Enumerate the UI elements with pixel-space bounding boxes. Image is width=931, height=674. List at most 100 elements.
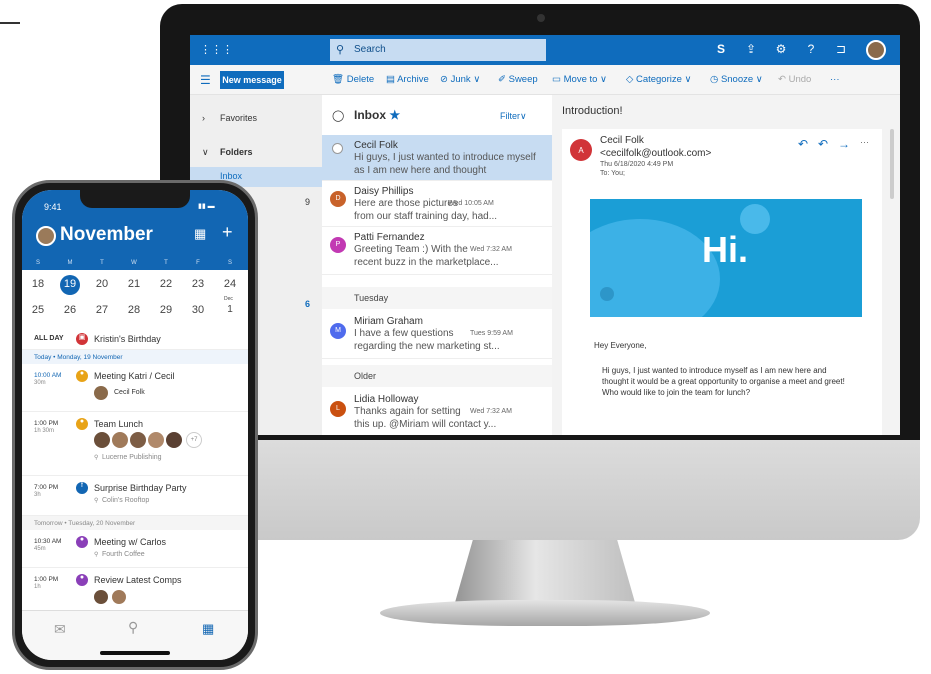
search-input[interactable]: ⚲ Search [330, 39, 546, 61]
filter-button[interactable]: Filter∨ [500, 111, 527, 122]
phone-notch [80, 190, 190, 208]
reply-all-icon[interactable]: ↶ [818, 137, 828, 151]
day-cell[interactable]: 20 [86, 278, 118, 300]
event-duration: 3h [34, 492, 41, 498]
weekday-row: S M T W T F S [22, 260, 248, 266]
add-event-icon[interactable]: + [222, 222, 233, 243]
gear-icon[interactable]: ⚙ [772, 42, 790, 56]
hero-shape [590, 219, 720, 317]
app-launcher-icon[interactable]: ⋮⋮⋮ [200, 43, 233, 57]
sender-avatar: A [570, 139, 592, 161]
email-subject: Introduction! [562, 105, 623, 117]
help-icon[interactable]: ? [802, 42, 820, 56]
new-message-button[interactable]: New message [220, 71, 284, 89]
recipients: To: You; [600, 170, 625, 177]
day-cell[interactable]: 21 [118, 278, 150, 300]
share-icon[interactable]: ⇪ [742, 42, 760, 56]
nav-folders[interactable]: ∨ Folders [190, 143, 322, 163]
date-separator: Older [322, 365, 552, 387]
more-icon[interactable]: ··· [860, 137, 869, 147]
attendee-avatar [94, 386, 108, 400]
sent-date: Thu 6/18/2020 4:49 PM [600, 161, 674, 168]
forward-icon[interactable]: → [838, 137, 850, 151]
scrollbar[interactable] [890, 129, 894, 199]
event-icon: ● [76, 370, 88, 382]
categorize-button[interactable]: ◇ Categorize ∨ [626, 74, 692, 85]
day-cell[interactable]: 22 [150, 278, 182, 300]
avatar[interactable] [36, 226, 56, 246]
event-time: 1:00 PM [34, 576, 59, 583]
event-item[interactable]: 10:30 AM 45m ● Meeting w/ Carlos ⚲ Fourt… [22, 530, 248, 568]
avatar[interactable] [866, 40, 886, 60]
day-cell[interactable]: 29 [150, 304, 182, 326]
attendee-avatar [94, 432, 110, 448]
event-item[interactable]: 1:00 PM 1h 30m ● Team Lunch +7 ⚲ Lucerne… [22, 412, 248, 476]
reply-icon[interactable]: ↶ [798, 137, 808, 151]
calendar-view-icon[interactable]: ▦ [194, 226, 206, 242]
select-radio[interactable] [332, 143, 343, 154]
delete-button[interactable]: 🗑 Delete [332, 74, 374, 85]
day-cell[interactable]: 28 [118, 304, 150, 326]
timestamp: Tues 9:59 AM [470, 330, 513, 337]
attendee-avatar [94, 590, 108, 604]
all-day-row[interactable]: ALL DAY ▣ Kristin's Birthday [22, 328, 248, 350]
day-cell[interactable]: 23 [182, 278, 214, 300]
list-item[interactable]: L Lidia Holloway Wed 7:32 AM Thanks agai… [322, 389, 552, 435]
search-icon[interactable]: ⚲ [128, 619, 138, 636]
day-cell-selected[interactable]: 19 [54, 275, 86, 300]
undo-button[interactable]: ↶ Undo [778, 74, 811, 85]
home-indicator[interactable] [100, 651, 170, 655]
sweep-button[interactable]: ✐ Sweep [498, 74, 538, 85]
categorize-label: Categorize [635, 74, 682, 85]
email-greeting: Hey Everyone, [594, 341, 647, 350]
preview: regarding the new marketing st... [354, 341, 500, 352]
attendee-avatar [112, 432, 128, 448]
day-header: Today • Monday, 19 November [22, 350, 248, 364]
event-item[interactable]: 7:00 PM 3h f Surprise Birthday Party ⚲ C… [22, 476, 248, 516]
skype-icon[interactable]: S [712, 42, 730, 56]
event-location: Colin's Rooftop [102, 497, 150, 504]
event-duration: 30m [34, 380, 46, 386]
search-icon: ⚲ [336, 44, 345, 56]
inbox-title: Inbox [354, 108, 386, 122]
day-cell[interactable]: Dec 1 [214, 296, 246, 326]
day-cell[interactable]: 30 [182, 304, 214, 326]
hamburger-icon[interactable]: ☰ [200, 73, 211, 87]
list-item[interactable]: D Daisy Phillips Wed 10:05 AM Here are t… [322, 181, 552, 227]
marketing-scene: ⋮⋮⋮ ⚲ Search S ⇪ ⚙ ? ⊐ ☰ New message 🗑 D… [0, 0, 931, 674]
event-time: 10:00 AM [34, 372, 62, 379]
day-cell[interactable]: 27 [86, 304, 118, 326]
day-cell[interactable]: 25 [22, 304, 54, 326]
feedback-icon[interactable]: ⊐ [832, 42, 850, 56]
avatar: P [330, 237, 346, 253]
check-circle-icon[interactable]: ◯ [332, 109, 344, 122]
junk-button[interactable]: ⊘ Junk ∨ [440, 74, 480, 85]
nav-favorites[interactable]: › Favorites [190, 109, 322, 129]
list-item[interactable]: Cecil Folk Hi guys, I just wanted to int… [322, 135, 552, 181]
weekday: S [227, 260, 232, 266]
archive-label: Archive [397, 74, 429, 85]
hero-text: Hi. [702, 229, 749, 270]
more-button[interactable]: ··· [830, 74, 840, 85]
more-attendees[interactable]: +7 [186, 432, 202, 448]
day-cell[interactable]: 26 [54, 304, 86, 326]
weekday: F [196, 260, 200, 266]
decorative-line [0, 22, 20, 24]
snooze-button[interactable]: ◷ Snooze ∨ [710, 74, 763, 85]
event-item[interactable]: 1:00 PM 1h ● Review Latest Comps [22, 568, 248, 610]
day-cell[interactable]: 18 [22, 278, 54, 300]
list-item[interactable]: M Miriam Graham Tues 9:59 AM I have a fe… [322, 311, 552, 359]
event-time: 10:30 AM [34, 538, 62, 545]
archive-button[interactable]: ▤ Archive [386, 74, 429, 85]
outlook-window: ⋮⋮⋮ ⚲ Search S ⇪ ⚙ ? ⊐ ☰ New message 🗑 D… [190, 35, 900, 435]
move-to-button[interactable]: ▭ Move to ∨ [552, 74, 607, 85]
attendee-avatar [112, 590, 126, 604]
list-item[interactable]: P Patti Fernandez Wed 7:32 AM Greeting T… [322, 227, 552, 275]
month-title[interactable]: November [60, 224, 153, 246]
event-item[interactable]: 10:00 AM 30m ● Meeting Katri / Cecil Cec… [22, 364, 248, 412]
junk-label: Junk [450, 74, 471, 85]
unread-count: 6 [304, 299, 310, 309]
mail-icon[interactable]: ✉ [54, 621, 66, 638]
calendar-icon[interactable]: ▦ [202, 621, 214, 637]
star-icon[interactable]: ★ [389, 108, 400, 122]
